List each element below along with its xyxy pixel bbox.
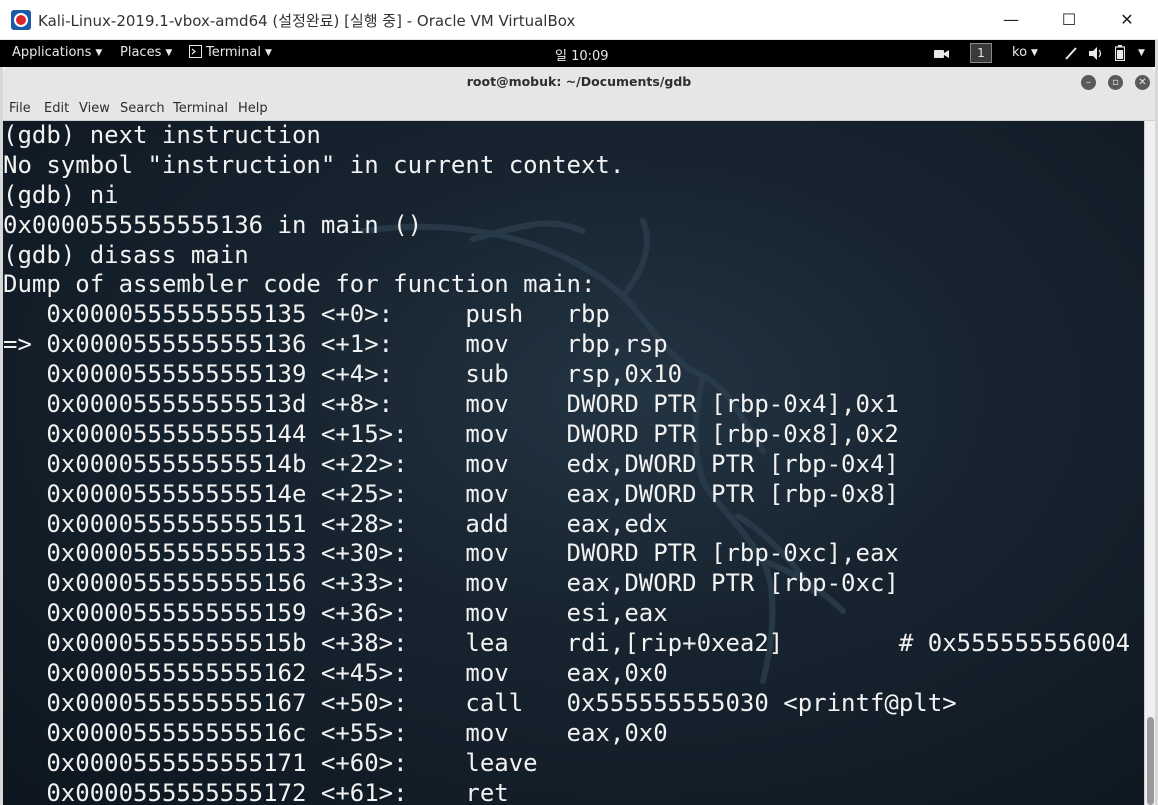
terminal-line: 0x0000555555555162 <+45>: mov eax,0x0 <box>3 659 668 688</box>
menu-view[interactable]: View <box>79 101 110 116</box>
terminal-line: 0x0000555555555136 in main () <box>3 210 423 239</box>
applications-label: Applications <box>12 45 92 60</box>
terminal-minimize-button[interactable]: – <box>1081 75 1096 90</box>
terminal-line: (gdb) disass main <box>3 240 249 269</box>
terminal-line: 0x0000555555555151 <+28>: add eax,edx <box>3 509 668 538</box>
menu-terminal[interactable]: Terminal <box>173 101 228 116</box>
input-method-label: ko <box>1012 45 1028 60</box>
host-window-title: Kali-Linux-2019.1-vbox-amd64 (설정완료) [실행 … <box>38 12 576 30</box>
host-window-titlebar: Kali-Linux-2019.1-vbox-amd64 (설정완료) [실행 … <box>0 0 1158 40</box>
terminal-line: 0x0000555555555172 <+61>: ret <box>3 778 567 805</box>
terminal-line: 0x0000555555555144 <+15>: mov DWORD PTR … <box>3 419 899 448</box>
minimize-button[interactable]: — <box>982 0 1040 40</box>
terminal-close-button[interactable]: ✕ <box>1135 75 1150 90</box>
applications-menu[interactable]: Applications ▼ <box>12 45 102 60</box>
menu-help[interactable]: Help <box>238 101 268 116</box>
video-camera-icon[interactable] <box>934 47 950 60</box>
chevron-down-icon: ▼ <box>1138 48 1145 58</box>
chevron-down-icon: ▼ <box>95 48 103 58</box>
terminal-window-title: root@mobuk: ~/Documents/gdb <box>466 74 692 89</box>
workspace-indicator[interactable]: 1 <box>970 43 992 63</box>
terminal-line: 0x0000555555555153 <+30>: mov DWORD PTR … <box>3 539 899 568</box>
terminal-line: 0x0000555555555159 <+36>: mov esi,eax <box>3 599 668 628</box>
volume-icon[interactable] <box>1089 47 1105 60</box>
places-menu[interactable]: Places ▼ <box>120 45 172 60</box>
terminal-line: (gdb) next instruction <box>3 121 321 149</box>
menu-edit[interactable]: Edit <box>44 101 69 116</box>
terminal-line: 0x000055555555514b <+22>: mov edx,DWORD … <box>3 449 899 478</box>
terminal-line: Dump of assembler code for function main… <box>3 270 596 299</box>
terminal-window-header: root@mobuk: ~/Documents/gdb – ▫ ✕ <box>3 67 1155 97</box>
system-menu[interactable]: ▼ <box>1134 45 1145 60</box>
terminal-line: 0x0000555555555135 <+0>: push rbp <box>3 300 610 329</box>
terminal-line: No symbol "instruction" in current conte… <box>3 150 625 179</box>
chevron-down-icon: ▼ <box>165 48 173 58</box>
chevron-down-icon: ▼ <box>1031 48 1038 58</box>
terminal-line: 0x000055555555514e <+25>: mov eax,DWORD … <box>3 479 899 508</box>
menu-file[interactable]: File <box>9 101 31 116</box>
scrollbar-thumb[interactable] <box>1147 717 1154 805</box>
battery-icon[interactable] <box>1115 45 1125 61</box>
maximize-button[interactable]: ☐ <box>1040 0 1098 40</box>
close-button[interactable]: ✕ <box>1098 0 1156 40</box>
terminal-line: 0x0000555555555156 <+33>: mov eax,DWORD … <box>3 569 899 598</box>
terminal-line: 0x000055555555515b <+38>: lea rdi,[rip+0… <box>3 629 1131 658</box>
terminal-line: 0x0000555555555139 <+4>: sub rsp,0x10 <box>3 360 683 389</box>
input-method-menu[interactable]: ko ▼ <box>1012 45 1038 60</box>
menu-search[interactable]: Search <box>120 101 165 116</box>
pen-icon[interactable] <box>1064 46 1078 61</box>
terminal-line: => 0x0000555555555136 <+1>: mov rbp,rsp <box>3 330 668 359</box>
terminal-icon <box>189 45 202 58</box>
window-frame-left <box>0 67 3 805</box>
terminal-scrollbar[interactable] <box>1144 121 1155 805</box>
terminal-line: (gdb) ni <box>3 180 119 209</box>
terminal-line: 0x0000555555555171 <+60>: leave <box>3 748 567 777</box>
terminal-app-menu[interactable]: Terminal ▼ <box>189 45 272 60</box>
gnome-top-bar: Applications ▼ Places ▼ Terminal ▼ 일 10:09 … <box>0 40 1158 67</box>
terminal-maximize-button[interactable]: ▫ <box>1108 75 1123 90</box>
terminal-line: 0x000055555555513d <+8>: mov DWORD PTR [… <box>3 390 899 419</box>
terminal-lines: (gdb) next instruction No symbol "instruc… <box>3 121 1130 805</box>
terminal-label: Terminal <box>206 45 261 60</box>
terminal-line: 0x0000555555555167 <+50>: call 0x5555555… <box>3 688 957 717</box>
chevron-down-icon: ▼ <box>264 48 272 58</box>
terminal-line: 0x000055555555516c <+55>: mov eax,0x0 <box>3 718 668 747</box>
terminal-menubar: File Edit View Search Terminal Help <box>3 97 1155 121</box>
clock[interactable]: 일 10:09 <box>555 45 609 64</box>
virtualbox-icon <box>11 10 31 30</box>
places-label: Places <box>120 45 162 60</box>
terminal-output[interactable]: (gdb) next instruction No symbol "instruc… <box>3 121 1144 805</box>
